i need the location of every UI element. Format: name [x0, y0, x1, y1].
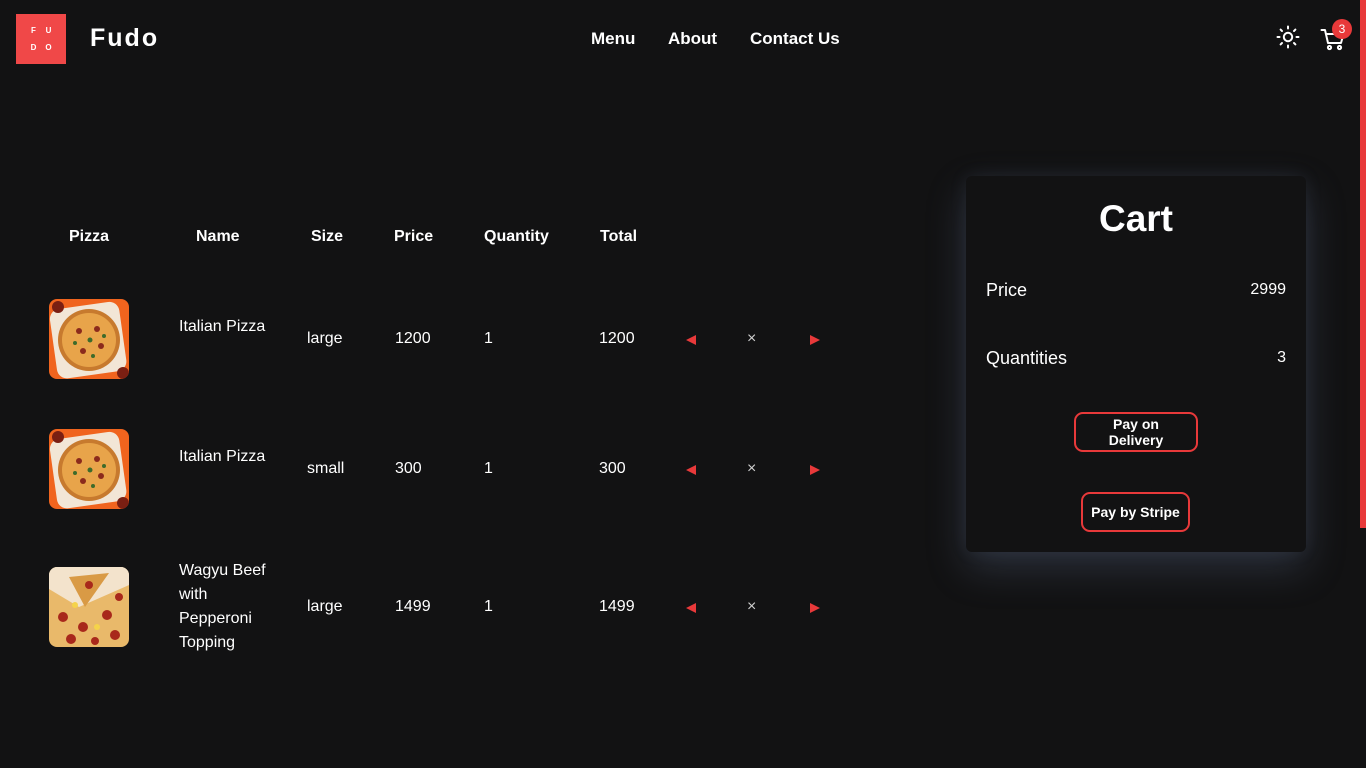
nav-contact-us[interactable]: Contact Us — [750, 29, 840, 49]
wagyu-pizza-image — [49, 567, 129, 647]
header-price: Price — [394, 228, 434, 245]
item-size: small — [307, 460, 345, 477]
item-quantity: 1 — [484, 330, 493, 347]
item-total: 1499 — [599, 598, 635, 615]
item-name: Italian Pizza — [179, 448, 266, 465]
decrease-quantity-button[interactable] — [685, 602, 697, 614]
header-size: Size — [311, 228, 344, 245]
pay-by-stripe-button[interactable]: Pay by Stripe — [1081, 492, 1190, 532]
header-quantity: Quantity — [484, 228, 549, 245]
quantities-value: 3 — [1277, 349, 1286, 366]
item-quantity: 1 — [484, 598, 493, 615]
price-value: 2999 — [1250, 281, 1286, 298]
brand-name[interactable]: Fudo — [90, 24, 159, 53]
item-price: 300 — [395, 460, 422, 477]
decrease-quantity-button[interactable] — [685, 464, 697, 476]
cart-title: Cart — [1098, 198, 1174, 239]
nav-menu[interactable]: Menu — [591, 29, 635, 49]
quantities-label: Quantities — [986, 348, 1068, 368]
item-total: 1200 — [599, 330, 635, 347]
logo-letter: F — [31, 26, 36, 35]
logo-letter: D — [30, 43, 37, 52]
item-total: 300 — [599, 460, 626, 477]
remove-item-button[interactable]: × — [747, 595, 756, 619]
item-name: Wagyu Beef with Pepperoni Topping — [179, 562, 266, 651]
logo-letter: U — [45, 26, 52, 35]
item-price: 1499 — [395, 598, 431, 615]
italian-pizza-image — [49, 299, 129, 379]
item-size: large — [307, 330, 343, 347]
remove-item-button[interactable]: × — [747, 327, 756, 351]
item-size: large — [307, 598, 343, 615]
increase-quantity-button[interactable] — [809, 334, 821, 346]
nav-about[interactable]: About — [668, 29, 717, 49]
price-label: Price — [986, 280, 1028, 300]
remove-item-button[interactable]: × — [747, 457, 756, 481]
logo-letter: O — [45, 43, 52, 52]
item-name: Italian Pizza — [179, 318, 266, 335]
sun-icon[interactable] — [1276, 25, 1300, 49]
logo[interactable]: F U D O — [16, 14, 66, 64]
pay-on-delivery-button[interactable]: Pay on Delivery — [1074, 412, 1198, 452]
italian-pizza-image — [49, 429, 129, 509]
item-quantity: 1 — [484, 460, 493, 477]
header-pizza: Pizza — [69, 228, 110, 245]
item-price: 1200 — [395, 330, 431, 347]
increase-quantity-button[interactable] — [809, 602, 821, 614]
increase-quantity-button[interactable] — [809, 464, 821, 476]
decrease-quantity-button[interactable] — [685, 334, 697, 346]
cart-count-badge: 3 — [1332, 19, 1352, 39]
cart-summary-panel: Cart Price 2999 Quantities 3 Pay on Deli… — [966, 176, 1306, 552]
scrollbar-thumb[interactable] — [1360, 0, 1366, 528]
header-name: Name — [196, 228, 240, 245]
header-total: Total — [600, 228, 638, 245]
